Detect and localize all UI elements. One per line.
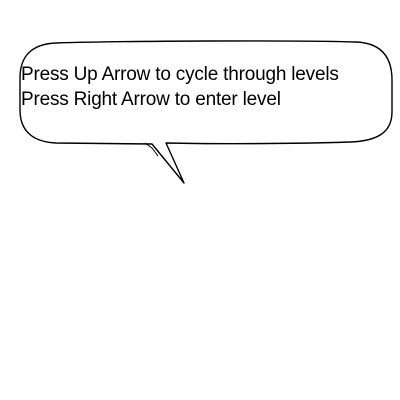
speech-bubble (19, 40, 393, 184)
instruction-line-enter-level: Press Right Arrow to enter level (21, 89, 281, 110)
game-screen: Press Up Arrow to cycle through levels P… (0, 0, 400, 400)
speech-bubble-text: Press Up Arrow to cycle through levels P… (21, 62, 393, 112)
instruction-line-cycle-levels: Press Up Arrow to cycle through levels (21, 64, 339, 85)
